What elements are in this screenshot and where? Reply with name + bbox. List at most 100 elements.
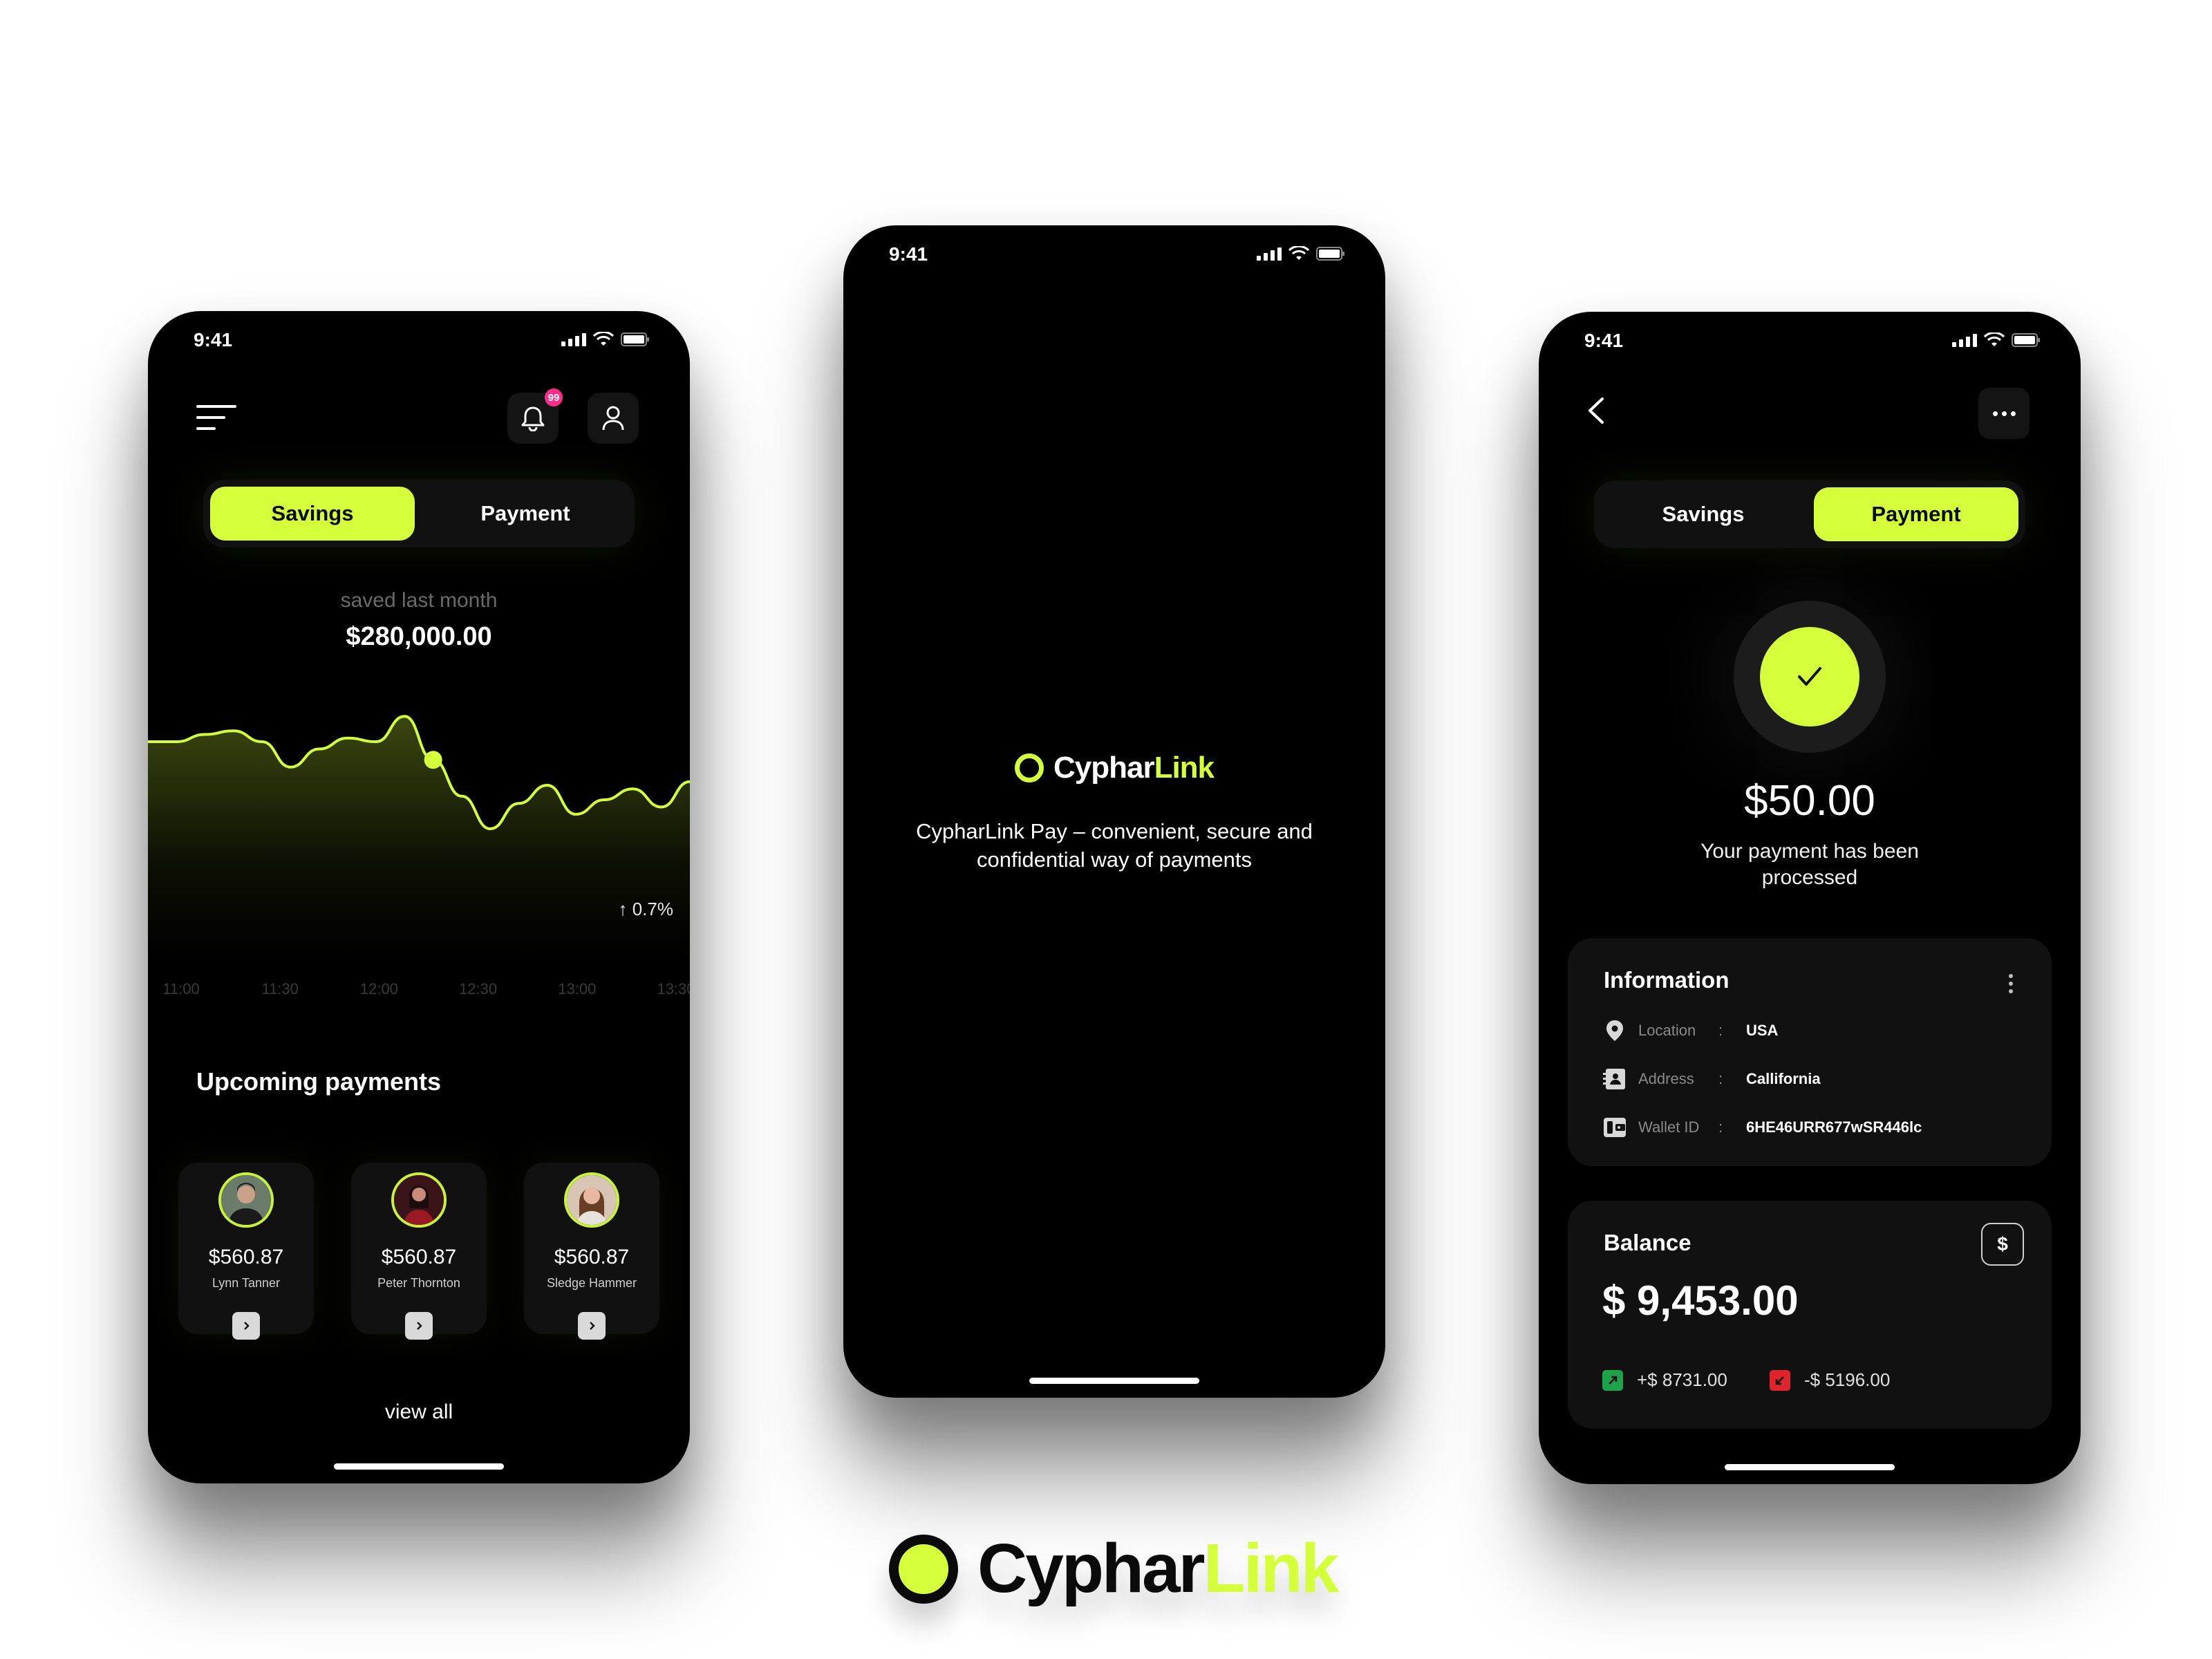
status-bar: 9:41 <box>843 225 1385 288</box>
battery-icon <box>1316 247 1344 261</box>
brand-part-b: Link <box>1203 1530 1340 1607</box>
dot <box>2001 411 2007 416</box>
x-tick-label: 12:00 <box>359 980 398 997</box>
tab-savings[interactable]: Savings <box>1601 487 1806 541</box>
upcoming-payments-title: Upcoming payments <box>196 1067 442 1096</box>
chart-highlight-point[interactable] <box>424 751 442 769</box>
info-separator: : <box>1718 1118 1723 1136</box>
payment-status-message: Your payment has been processed <box>1700 840 1919 889</box>
wifi-icon <box>1984 332 2005 346</box>
dot <box>1992 411 1998 416</box>
contact-card-icon <box>1601 1065 1629 1093</box>
brand-part-a: Cyphar <box>977 1530 1206 1607</box>
chevron-right-icon <box>244 1322 250 1330</box>
payment-amount: $560.87 <box>208 1246 284 1268</box>
brand-wordmark: CypharLink <box>977 1529 1340 1609</box>
currency-button[interactable]: $ <box>1981 1223 2024 1266</box>
expense-indicator: -$ 5196.00 <box>1770 1369 1890 1391</box>
back-arrow-icon[interactable] <box>1580 393 1615 428</box>
home-indicator[interactable] <box>334 1463 504 1470</box>
notifications-button[interactable]: 99 <box>507 388 563 444</box>
payment-amount: $560.87 <box>554 1246 630 1268</box>
payment-card[interactable]: $560.87 Lynn Tanner <box>178 1163 314 1340</box>
status-time: 9:41 <box>889 243 928 265</box>
checkmark-icon <box>1798 667 1821 686</box>
brand-wordmark: CypharLink <box>1053 751 1215 785</box>
chevron-right-icon <box>417 1322 422 1330</box>
savings-line-chart <box>148 715 690 961</box>
payment-open-button[interactable] <box>578 1312 606 1340</box>
arrow-up-right-icon <box>1602 1369 1623 1391</box>
income-amount: +$ 8731.00 <box>1637 1369 1727 1390</box>
savings-payment-toggle: Savings Payment <box>203 480 635 547</box>
home-indicator[interactable] <box>1725 1464 1895 1470</box>
signal-icon <box>1952 334 1977 347</box>
view-all-link[interactable]: view all <box>148 1400 690 1424</box>
payment-open-button[interactable] <box>232 1312 260 1340</box>
payment-open-button[interactable] <box>405 1312 433 1340</box>
dot <box>2010 411 2016 416</box>
info-row-wallet: Wallet ID : 6HE46URR677wSR446lc <box>1601 1114 1922 1141</box>
more-options-button[interactable] <box>1978 388 2030 439</box>
change-percent: ↑ 0.7% <box>618 899 674 919</box>
notification-badge: 99 <box>545 388 563 406</box>
expense-amount: -$ 5196.00 <box>1804 1369 1891 1390</box>
x-tick-label: 11:30 <box>261 980 299 997</box>
info-value: 6HE46URR677wSR446lc <box>1746 1118 1922 1136</box>
avatar <box>218 1172 274 1228</box>
menu-icon[interactable] <box>196 404 236 431</box>
saved-amount: $280,000.00 <box>346 622 492 651</box>
bell-icon <box>521 406 545 431</box>
payment-card[interactable]: $560.87 Sledge Hammer <box>524 1163 659 1340</box>
saved-last-month-label: saved last month <box>340 589 498 612</box>
chart-area-fill <box>148 716 690 961</box>
profile-button[interactable] <box>588 393 639 444</box>
tab-savings[interactable]: Savings <box>210 487 415 541</box>
brand-part-b: Link <box>1154 751 1215 785</box>
success-circle <box>1760 627 1859 727</box>
info-separator: : <box>1718 1070 1723 1087</box>
tab-payment[interactable]: Payment <box>1814 487 2018 541</box>
info-key: Wallet ID <box>1638 1118 1700 1136</box>
tab-payment[interactable]: Payment <box>423 487 628 541</box>
information-title: Information <box>1604 967 1730 993</box>
signal-icon <box>1257 247 1282 261</box>
status-icons <box>561 332 650 347</box>
payment-card[interactable]: $560.87 Peter Thornton <box>351 1163 487 1340</box>
phone-savings-screen: 9:41 99 Savings Payment saved last month… <box>148 311 690 1483</box>
arrow-down-left-icon <box>1770 1369 1790 1391</box>
avatar <box>391 1172 447 1228</box>
signal-icon <box>561 333 586 346</box>
info-value: USA <box>1746 1022 1779 1039</box>
phone-splash-screen: 9:41 CypharLink CypharLink Pay – conveni… <box>843 225 1385 1398</box>
home-indicator[interactable] <box>1029 1378 1199 1384</box>
status-time: 9:41 <box>1584 330 1624 351</box>
x-tick-label: 13:30 <box>657 980 690 997</box>
phone-payment-screen: 9:41 Savings Payment $50.00 Your payment… <box>1539 312 2081 1484</box>
information-card: Information Location : USA Address : Cal… <box>1568 938 2052 1166</box>
balance-title: Balance <box>1604 1230 1691 1255</box>
wallet-icon <box>1601 1114 1629 1141</box>
status-time: 9:41 <box>194 329 233 350</box>
success-indicator <box>1734 601 1886 753</box>
footer-brand-logo: CypharLink <box>889 1529 1340 1609</box>
logo-ring-icon <box>1014 753 1044 782</box>
status-bar: 9:41 <box>1539 312 2081 374</box>
payee-name: Peter Thornton <box>377 1276 460 1290</box>
info-key: Location <box>1638 1022 1696 1039</box>
info-key: Address <box>1638 1070 1694 1087</box>
kebab-menu-icon[interactable] <box>2009 974 2013 993</box>
x-tick-label: 13:00 <box>558 980 597 997</box>
brand-logo: CypharLink <box>843 751 1385 785</box>
balance-amount: $ 9,453.00 <box>1602 1277 1799 1324</box>
brand-part-a: Cyphar <box>1053 751 1155 785</box>
income-indicator: +$ 8731.00 <box>1602 1369 1727 1391</box>
info-row-address: Address : Callifornia <box>1601 1065 1821 1093</box>
info-row-location: Location : USA <box>1601 1017 1778 1044</box>
x-tick-label: 12:30 <box>459 980 498 997</box>
payee-name: Lynn Tanner <box>212 1276 281 1290</box>
chevron-right-icon <box>590 1322 595 1330</box>
user-icon <box>602 406 624 431</box>
status-icons <box>1952 332 2041 348</box>
status-icons <box>1257 246 1345 261</box>
